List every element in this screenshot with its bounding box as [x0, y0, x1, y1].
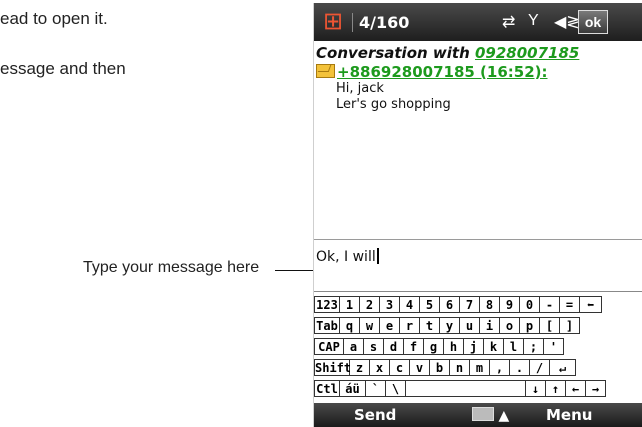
softkey-bar: Send ▲ Menu [314, 403, 642, 427]
callout-label: Type your message here [83, 259, 260, 276]
text-caret [376, 248, 379, 264]
connectivity-icon[interactable]: ⇄ [502, 12, 515, 32]
message-line: Hi, jack [336, 81, 384, 96]
keyboard-key[interactable]: k [484, 338, 504, 355]
keyboard-key[interactable]: v [410, 359, 430, 376]
keyboard-key[interactable]: = [560, 296, 580, 313]
keyboard-key[interactable]: CAP [314, 338, 344, 355]
keyboard-key[interactable]: ; [524, 338, 544, 355]
keyboard-key[interactable]: q [340, 317, 360, 334]
keyboard-key[interactable]: ' [544, 338, 564, 355]
keyboard-key[interactable]: 5 [420, 296, 440, 313]
keyboard-key[interactable]: . [510, 359, 530, 376]
keyboard-key[interactable]: z [350, 359, 370, 376]
conversation-header: Conversation with 0928007185 [316, 44, 640, 62]
keyboard-key[interactable]: a [344, 338, 364, 355]
compose-input[interactable]: Ok, I will [314, 239, 642, 288]
signal-icon[interactable]: Y [528, 12, 539, 30]
keyboard-key[interactable]: 9 [500, 296, 520, 313]
keyboard-key[interactable]: t [420, 317, 440, 334]
keyboard-key[interactable]: ] [560, 317, 580, 334]
manual-text-line-1: ead to open it. [0, 9, 108, 28]
windows-start-icon[interactable]: ⊞ [319, 9, 347, 35]
envelope-icon [316, 64, 335, 78]
keyboard-key[interactable]: n [450, 359, 470, 376]
keyboard-key[interactable]: r [400, 317, 420, 334]
compose-text: Ok, I will [316, 248, 379, 265]
keyboard-key[interactable]: 8 [480, 296, 500, 313]
message-line: Ler's go shopping [336, 97, 451, 112]
conversation-number-link[interactable]: 0928007185 [475, 44, 579, 62]
keyboard-key[interactable]: ↑ [546, 380, 566, 397]
status-bar: ⊞ 4/160 ⇄ Y ◀≷ ok [314, 3, 642, 41]
keyboard-key[interactable]: o [500, 317, 520, 334]
keyboard-key[interactable]: c [390, 359, 410, 376]
keyboard-key[interactable]: x [370, 359, 390, 376]
keyboard-toggle[interactable]: ▲ [472, 407, 509, 424]
keyboard-key[interactable]: ← [566, 380, 586, 397]
keyboard-key[interactable]: 3 [380, 296, 400, 313]
keyboard-key[interactable]: 7 [460, 296, 480, 313]
keyboard-key[interactable]: f [404, 338, 424, 355]
keyboard-key[interactable]: u [460, 317, 480, 334]
device-screen: ⊞ 4/160 ⇄ Y ◀≷ ok Conversation with 0928… [313, 3, 642, 427]
manual-text-line-2: essage and then [0, 59, 126, 78]
conversation-area: Conversation with 0928007185 +8869280071… [316, 44, 640, 113]
keyboard-key[interactable]: áü [340, 380, 366, 397]
keyboard-key[interactable]: g [424, 338, 444, 355]
keyboard-key[interactable]: ` [366, 380, 386, 397]
keyboard-key[interactable]: y [440, 317, 460, 334]
keyboard-key[interactable]: Shift [314, 359, 351, 376]
keyboard-key[interactable]: d [384, 338, 404, 355]
keyboard-icon[interactable] [472, 407, 494, 421]
keyboard-key[interactable]: 123 [314, 296, 340, 313]
keyboard-key[interactable]: 0 [520, 296, 540, 313]
keyboard-key[interactable]: b [430, 359, 450, 376]
keyboard-key[interactable]: h [444, 338, 464, 355]
message-header: +886928007185 (16:52): [316, 63, 640, 81]
keyboard-key[interactable]: , [490, 359, 510, 376]
keyboard-key[interactable]: 6 [440, 296, 460, 313]
keyboard-row: Ctl áü ` \ ↓ ↑ ← → [314, 380, 606, 398]
keyboard-row: CAP a s d f g h j k l; ' [314, 338, 564, 356]
soft-keyboard: 123 1 2 3 4 5 6 7 8 9 0- = ⬅ Tab q w e r t y u i o p[] CAP a s d f g h… [314, 291, 642, 404]
keyboard-row: Shift z x c v b n m,. / ↵ [314, 359, 576, 377]
keyboard-key[interactable]: s [364, 338, 384, 355]
keyboard-key[interactable]: [ [540, 317, 560, 334]
keyboard-key[interactable]: / [530, 359, 550, 376]
keyboard-key[interactable]: 1 [340, 296, 360, 313]
keyboard-key[interactable]: Ctl [314, 380, 340, 397]
keyboard-key[interactable]: - [540, 296, 560, 313]
send-softkey[interactable]: Send [354, 406, 396, 424]
keyboard-key[interactable]: 2 [360, 296, 380, 313]
keyboard-key[interactable]: e [380, 317, 400, 334]
keyboard-key[interactable]: ↵ [550, 359, 576, 376]
message-counter: 4/160 [352, 13, 409, 32]
keyboard-key[interactable]: → [586, 380, 606, 397]
key-space[interactable] [406, 380, 526, 397]
keyboard-key[interactable]: ⬅ [580, 296, 602, 313]
keyboard-key[interactable]: j [464, 338, 484, 355]
keyboard-key[interactable]: w [360, 317, 380, 334]
message-sender-link[interactable]: +886928007185 (16:52): [337, 63, 548, 81]
speaker-icon[interactable]: ◀≷ [554, 12, 580, 32]
keyboard-key[interactable]: Tab [314, 317, 340, 334]
keyboard-key[interactable]: ↓ [526, 380, 546, 397]
keyboard-key[interactable]: i [480, 317, 500, 334]
menu-softkey[interactable]: Menu [546, 406, 592, 424]
keyboard-key[interactable]: l [504, 338, 524, 355]
keyboard-row: Tab q w e r t y u i o p[] [314, 317, 580, 335]
keyboard-key[interactable]: p [520, 317, 540, 334]
ok-button[interactable]: ok [578, 10, 608, 34]
keyboard-key[interactable]: 4 [400, 296, 420, 313]
keyboard-row: 123 1 2 3 4 5 6 7 8 9 0- = ⬅ [314, 296, 602, 314]
keyboard-key[interactable]: \ [386, 380, 406, 397]
chevron-up-icon: ▲ [498, 408, 510, 424]
keyboard-key[interactable]: m [470, 359, 490, 376]
conversation-header-prefix: Conversation with [316, 44, 475, 62]
